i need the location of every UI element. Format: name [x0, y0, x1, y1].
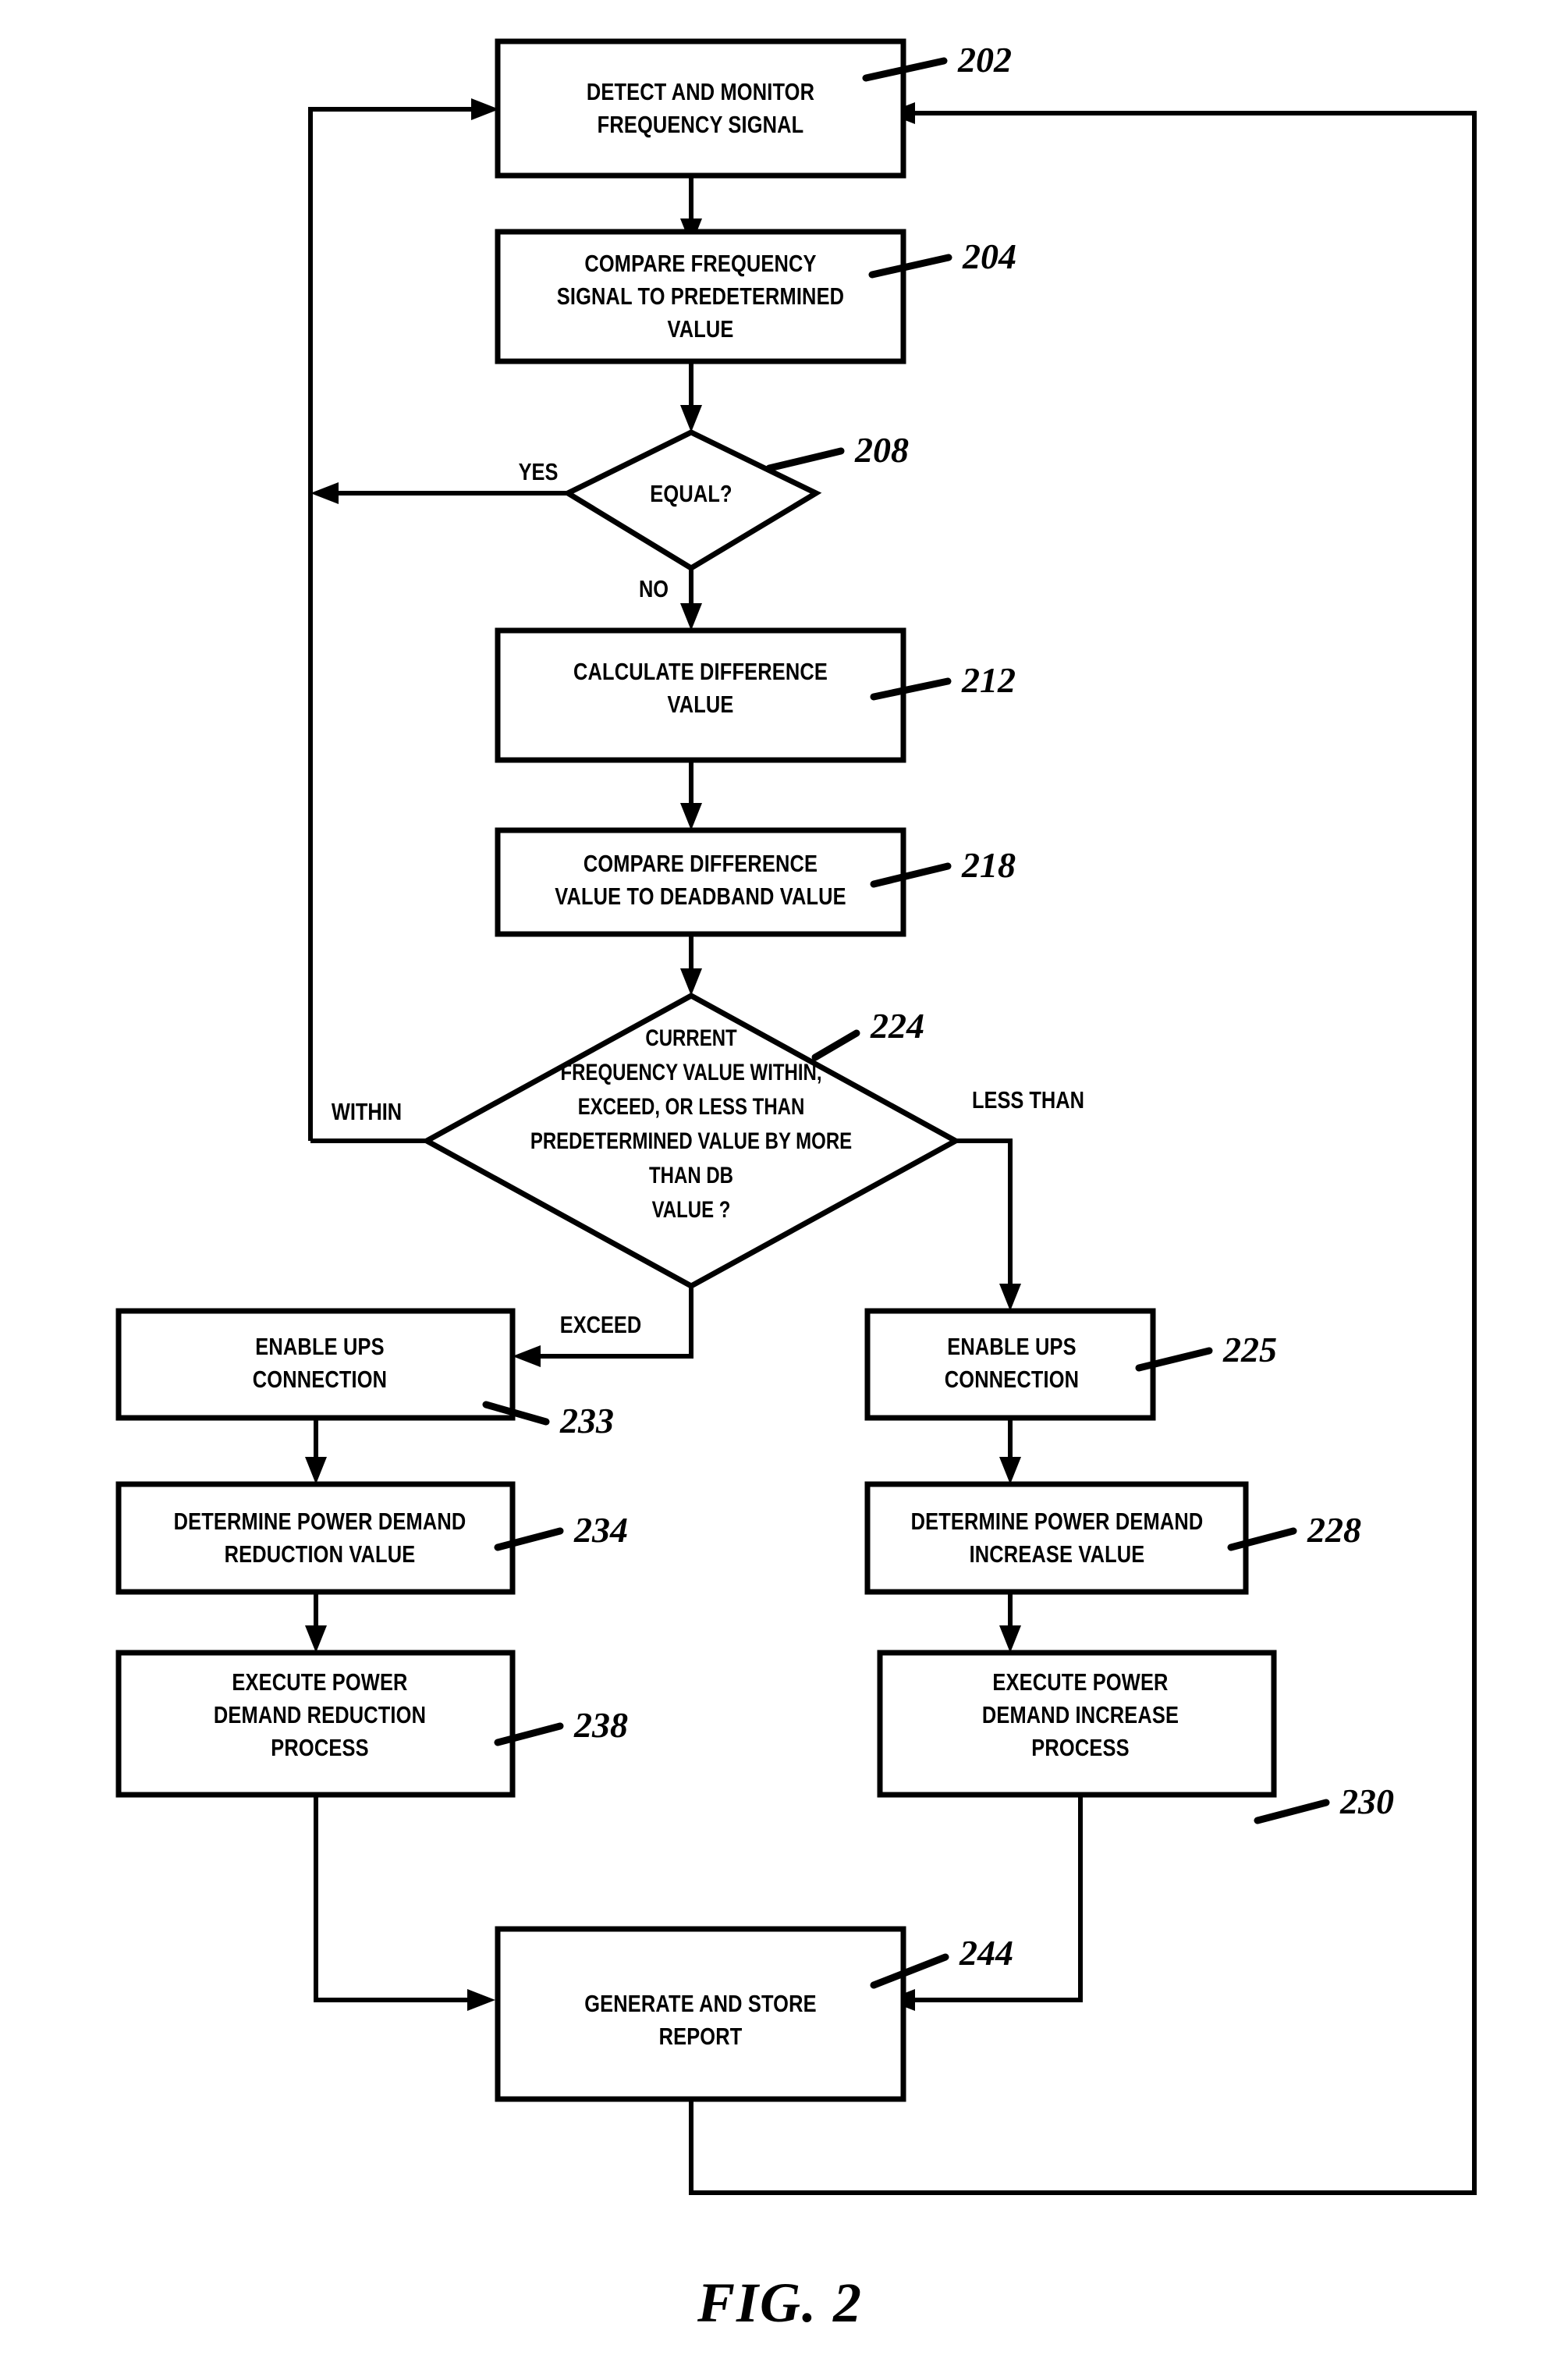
node-202-line-0: DETECT AND MONITOR: [587, 79, 814, 106]
node-233-line-1: CONNECTION: [253, 1366, 387, 1394]
node-202[interactable]: DETECT AND MONITOR FREQUENCY SIGNAL 202: [495, 38, 1012, 179]
node-238-line-2: PROCESS: [271, 1735, 368, 1762]
node-230-line-1: DEMAND INCREASE: [982, 1702, 1179, 1729]
node-224-line-1: FREQUENCY VALUE WITHIN,: [560, 1058, 821, 1085]
node-228-line-0: DETERMINE POWER DEMAND: [911, 1508, 1204, 1536]
node-218-line-0: COMPARE DIFFERENCE: [584, 851, 818, 878]
refnum-224: 224: [870, 1006, 924, 1046]
arrowhead-218-top: [680, 803, 702, 830]
label-yes: YES: [519, 459, 559, 486]
node-224-line-2: EXCEED, OR LESS THAN: [578, 1092, 805, 1119]
node-233[interactable]: ENABLE UPS CONNECTION 233: [115, 1308, 614, 1440]
refnum-218: 218: [961, 845, 1016, 885]
refnum-204: 204: [962, 236, 1016, 276]
node-202-line-1: FREQUENCY SIGNAL: [598, 112, 804, 139]
node-204-line-1: SIGNAL TO PREDETERMINED: [557, 283, 844, 311]
node-204-line-2: VALUE: [667, 316, 733, 343]
node-244[interactable]: GENERATE AND STORE REPORT 244: [495, 1926, 1013, 2102]
edge-224-lessthan: [956, 1138, 1013, 1295]
node-238-line-1: DEMAND REDUCTION: [214, 1702, 426, 1729]
label-within: WITHIN: [332, 1099, 402, 1126]
node-225[interactable]: ENABLE UPS CONNECTION 225: [864, 1308, 1277, 1421]
node-228-line-1: INCREASE VALUE: [970, 1541, 1145, 1568]
refnum-244: 244: [959, 1933, 1013, 1973]
node-208-line-0: EQUAL?: [650, 481, 732, 508]
refnum-233: 233: [559, 1401, 614, 1440]
node-234-box[interactable]: [115, 1481, 516, 1595]
node-218[interactable]: COMPARE DIFFERENCE VALUE TO DEADBAND VAL…: [495, 827, 1016, 937]
node-228[interactable]: DETERMINE POWER DEMAND INCREASE VALUE 22…: [864, 1481, 1361, 1595]
arrowhead-yes-left: [310, 482, 339, 504]
node-212-line-1: VALUE: [667, 691, 733, 719]
arrowhead-238-top: [305, 1625, 327, 1653]
node-238-line-0: EXECUTE POWER: [232, 1669, 407, 1696]
node-224-line-0: CURRENT: [645, 1024, 737, 1050]
label-no: NO: [639, 576, 669, 603]
node-224-line-4: THAN DB: [649, 1161, 733, 1188]
refnum-212: 212: [961, 660, 1016, 700]
refnum-228: 228: [1307, 1510, 1361, 1550]
node-244-line-1: REPORT: [659, 2023, 743, 2051]
node-233-line-0: ENABLE UPS: [255, 1334, 384, 1361]
arrowhead-234-top: [305, 1457, 327, 1484]
node-225-box[interactable]: [864, 1308, 1156, 1421]
node-224-line-5: VALUE ?: [652, 1195, 731, 1222]
arrowhead-212-top: [680, 603, 702, 631]
leader-224: [811, 1029, 860, 1061]
label-less-than: LESS THAN: [972, 1087, 1084, 1114]
arrowhead-208-top: [680, 405, 702, 432]
node-230-line-0: EXECUTE POWER: [992, 1669, 1168, 1696]
node-204[interactable]: COMPARE FREQUENCY SIGNAL TO PREDETERMINE…: [495, 229, 1016, 364]
node-225-line-0: ENABLE UPS: [947, 1334, 1076, 1361]
node-234-line-1: REDUCTION VALUE: [225, 1541, 416, 1568]
node-234[interactable]: DETERMINE POWER DEMAND REDUCTION VALUE 2…: [115, 1481, 628, 1595]
node-230-line-2: PROCESS: [1031, 1735, 1129, 1762]
node-202-box[interactable]: [495, 38, 906, 179]
node-212[interactable]: CALCULATE DIFFERENCE VALUE 212: [495, 627, 1016, 763]
figure-caption: FIG. 2: [697, 2272, 863, 2334]
node-204-line-0: COMPARE FREQUENCY: [584, 250, 816, 278]
node-228-box[interactable]: [864, 1481, 1249, 1595]
refnum-238: 238: [573, 1705, 628, 1745]
refnum-225: 225: [1222, 1330, 1277, 1369]
label-exceed: EXCEED: [560, 1312, 641, 1339]
flowchart-svg: DETECT AND MONITOR FREQUENCY SIGNAL 202 …: [115, 38, 1477, 2334]
arrowhead-into-244-left: [467, 1989, 495, 2011]
arrowhead-230-top: [999, 1625, 1021, 1653]
refnum-208: 208: [854, 430, 909, 470]
node-233-box[interactable]: [115, 1308, 516, 1421]
node-244-line-0: GENERATE AND STORE: [584, 1991, 816, 2018]
node-238[interactable]: EXECUTE POWER DEMAND REDUCTION PROCESS 2…: [115, 1650, 628, 1798]
node-224[interactable]: CURRENT FREQUENCY VALUE WITHIN, EXCEED, …: [420, 993, 962, 1289]
patent-figure: DETECT AND MONITOR FREQUENCY SIGNAL 202 …: [0, 0, 1543, 2380]
node-212-line-0: CALCULATE DIFFERENCE: [573, 659, 828, 686]
refnum-230: 230: [1339, 1781, 1394, 1821]
arrowhead-224-top: [680, 968, 702, 996]
node-230[interactable]: EXECUTE POWER DEMAND INCREASE PROCESS 23…: [877, 1650, 1394, 1824]
node-224-line-3: PREDETERMINED VALUE BY MORE: [530, 1127, 852, 1153]
node-218-line-1: VALUE TO DEADBAND VALUE: [555, 883, 846, 911]
refnum-202: 202: [957, 40, 1012, 80]
node-234-line-0: DETERMINE POWER DEMAND: [174, 1508, 466, 1536]
node-225-line-1: CONNECTION: [945, 1366, 1079, 1394]
leader-208: [765, 447, 845, 472]
refnum-234: 234: [573, 1510, 628, 1550]
arrowhead-into-233: [513, 1345, 541, 1367]
arrowhead-into-225: [999, 1284, 1021, 1311]
edge-left-return-rail: [308, 107, 480, 1141]
node-208[interactable]: EQUAL? 208: [562, 429, 909, 572]
edge-238-to-244: [314, 1795, 476, 2002]
leader-230: [1254, 1799, 1330, 1824]
arrowhead-228-top: [999, 1457, 1021, 1484]
node-218-box[interactable]: [495, 827, 906, 937]
